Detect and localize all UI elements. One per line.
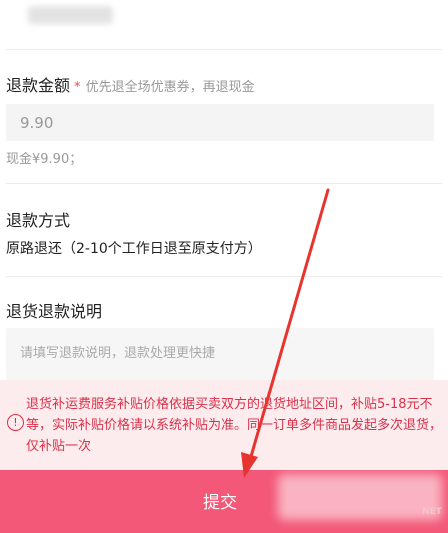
required-mark: * (74, 80, 81, 95)
subsidy-notice: ! 退货补运费服务补贴价格依据买卖双方的退货地址区间，补贴5-18元不等，实际补… (0, 380, 448, 470)
refund-amount-value: 9.90 (20, 114, 54, 132)
refund-description-textarea[interactable]: 请填写退款说明，退款处理更快捷 (6, 328, 434, 380)
divider (6, 276, 442, 277)
refund-description-placeholder: 请填写退款说明，退款处理更快捷 (20, 346, 216, 361)
refund-amount-input[interactable]: 9.90 (6, 104, 434, 141)
cash-refund-note: 现金¥9.90； (6, 152, 83, 167)
refund-amount-title: 退款金额 (6, 76, 71, 95)
refund-amount-hint: 优先退全场优惠券，再退现金 (85, 80, 255, 95)
refund-method-label: 退款方式 (6, 211, 71, 230)
divider (6, 183, 442, 184)
subsidy-notice-text: 退货补运费服务补贴价格依据买卖双方的退货地址区间，补贴5-18元不等，实际补贴价… (26, 397, 443, 454)
blurred-content (28, 6, 113, 24)
refund-method-value[interactable]: 原路退还（2-10个工作日退至原支付方） (6, 238, 262, 258)
watermark (278, 474, 442, 520)
info-icon: ! (7, 414, 24, 431)
divider (6, 49, 442, 50)
refund-description-label: 退货退款说明 (6, 302, 103, 321)
blurred-top-row (0, 0, 448, 40)
refund-amount-label: 退款金额 * 优先退全场优惠券，再退现金 (6, 72, 255, 96)
watermark-suffix: NET (422, 507, 442, 517)
